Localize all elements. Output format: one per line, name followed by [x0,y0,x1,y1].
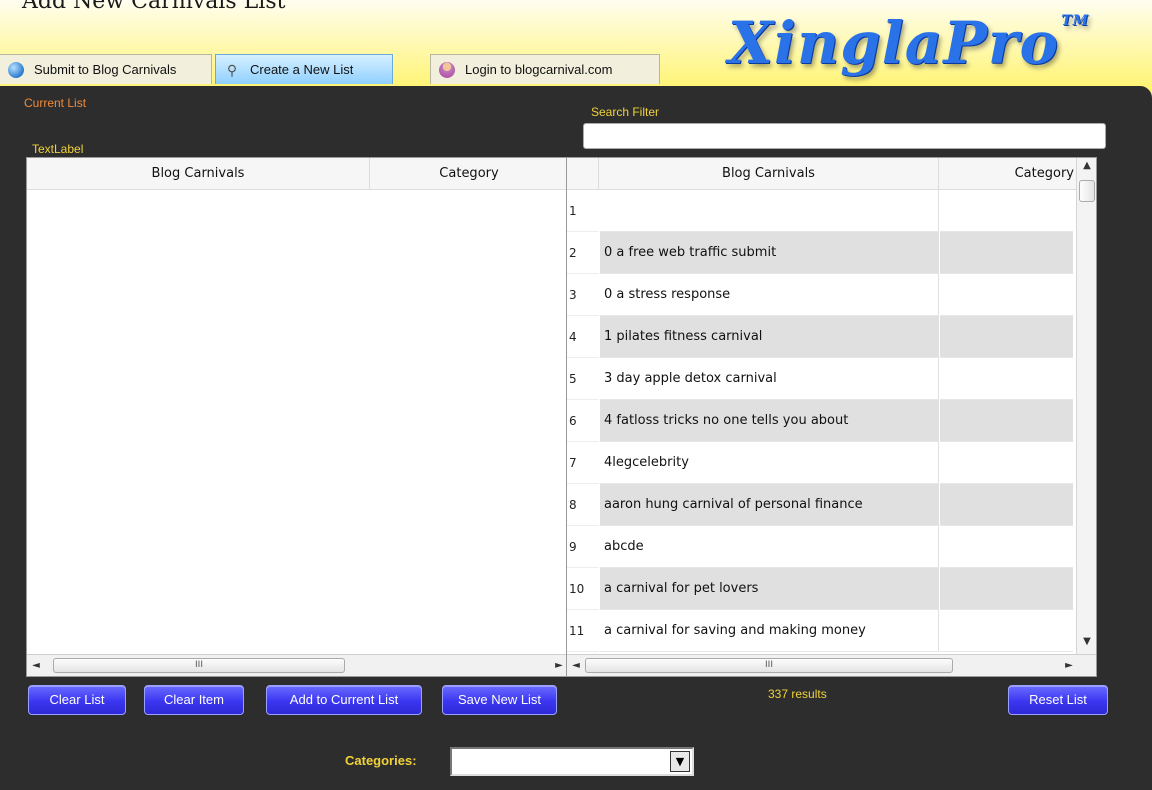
column-header-blog-carnivals[interactable]: Blog Carnivals [27,158,370,190]
table-row[interactable]: 7 4legcelebrity [567,442,1078,484]
column-header-category[interactable]: Category [370,158,566,190]
scroll-left-arrow-icon[interactable]: ◄ [27,655,45,676]
tab-create-a-new-list[interactable]: ⚲ Create a New List [215,54,393,84]
save-new-list-button[interactable]: Save New List [442,685,557,715]
user-icon [439,61,455,78]
carnival-name: a carnival for saving and making money [600,610,939,652]
corner-header [567,158,599,190]
horizontal-scrollbar[interactable]: ◄ III ► [567,654,1096,676]
logo-tm: TM [1061,13,1090,29]
table-row[interactable]: 6 4 fatloss tricks no one tells you abou… [567,400,1078,442]
tab-label: Login to blogcarnival.com [465,62,613,77]
carnival-category [940,442,1073,484]
magnifier-icon: ⚲ [226,61,238,78]
current-list-label: Current List [24,96,87,110]
row-number: 5 [567,358,599,400]
results-count: 337 results [768,687,827,701]
row-number: 3 [567,274,599,316]
categories-select[interactable]: ▼ [450,747,694,776]
table-row[interactable]: 5 3 day apple detox carnival [567,358,1078,400]
vertical-scrollbar[interactable]: ▲ ▼ [1076,158,1096,654]
top-banner: Add New Carnivals List XinglaPro TM Submi… [0,0,1152,90]
tab-label: Submit to Blog Carnivals [34,62,177,77]
row-number: 7 [567,442,599,484]
carnival-category [940,316,1073,358]
row-number: 1 [567,190,599,232]
carnival-name: 0 a stress response [600,274,939,316]
carnival-name: 4 fatloss tricks no one tells you about [600,400,939,442]
tab-login-to-blogcarnival[interactable]: Login to blogcarnival.com [430,54,660,84]
carnival-category [940,190,1073,232]
table-row[interactable]: 8 aaron hung carnival of personal financ… [567,484,1078,526]
table-row[interactable]: 9 abcde [567,526,1078,568]
search-filter-label: Search Filter [591,105,660,119]
scroll-up-arrow-icon[interactable]: ▲ [1077,160,1096,176]
reset-list-button[interactable]: Reset List [1008,685,1108,715]
carnival-category [940,274,1073,316]
scroll-right-arrow-icon[interactable]: ► [1060,655,1078,676]
carnival-name: abcde [600,526,939,568]
window-title: Add New Carnivals List [22,0,286,14]
carnival-category [940,232,1073,274]
scroll-thumb[interactable] [1079,180,1095,202]
row-number: 9 [567,526,599,568]
table-row[interactable]: 1 [567,190,1078,232]
categories-label: Categories: [345,753,417,768]
scroll-right-arrow-icon[interactable]: ► [550,655,566,676]
carnival-category [940,400,1073,442]
globe-icon [8,61,24,78]
carnival-name: 1 pilates fitness carnival [600,316,939,358]
clear-list-button[interactable]: Clear List [28,685,126,715]
carnival-name: 3 day apple detox carnival [600,358,939,400]
carnival-category [940,358,1073,400]
carnival-category [940,610,1073,652]
carnival-name: 0 a free web traffic submit [600,232,939,274]
clear-item-button[interactable]: Clear Item [144,685,244,715]
table-header: Blog Carnivals Category [27,158,566,190]
carnival-category [940,484,1073,526]
add-to-current-list-button[interactable]: Add to Current List [266,685,422,715]
scroll-thumb[interactable]: III [585,658,953,673]
row-number: 11 [567,610,599,652]
table-row[interactable]: 11 a carnival for saving and making mone… [567,610,1078,652]
carnival-name [600,190,939,232]
xinglapro-logo: XinglaPro TM [728,14,1089,72]
carnival-name: a carnival for pet lovers [600,568,939,610]
table-row[interactable]: 10 a carnival for pet lovers [567,568,1078,610]
column-header-category[interactable]: Category [939,158,1078,190]
table-row[interactable]: 4 1 pilates fitness carnival [567,316,1078,358]
row-number: 4 [567,316,599,358]
tab-submit-to-blog-carnivals[interactable]: Submit to Blog Carnivals [0,54,212,84]
textlabel: TextLabel [32,142,84,156]
table-row[interactable]: 2 0 a free web traffic submit [567,232,1078,274]
logo-text: XinglaPro [728,9,1060,77]
row-number: 2 [567,232,599,274]
tab-label: Create a New List [250,62,354,77]
table-header: Blog Carnivals Category [567,158,1096,190]
dropdown-arrow-icon[interactable]: ▼ [670,751,690,772]
carnival-category [940,568,1073,610]
scroll-thumb[interactable]: III [53,658,345,673]
scroll-down-arrow-icon[interactable]: ▼ [1077,636,1096,652]
table-row[interactable]: 3 0 a stress response [567,274,1078,316]
carnival-name: aaron hung carnival of personal finance [600,484,939,526]
column-header-blog-carnivals[interactable]: Blog Carnivals [599,158,939,190]
blog-carnivals-table[interactable]: Blog Carnivals Category 1 2 0 a free web… [566,157,1097,677]
current-list-table[interactable]: Blog Carnivals Category ◄ III ► [26,157,567,677]
row-number: 8 [567,484,599,526]
row-number: 6 [567,400,599,442]
carnival-name: 4legcelebrity [600,442,939,484]
row-number: 10 [567,568,599,610]
search-filter-input[interactable] [583,123,1106,149]
scroll-left-arrow-icon[interactable]: ◄ [567,655,585,676]
carnival-category [940,526,1073,568]
horizontal-scrollbar[interactable]: ◄ III ► [27,654,566,676]
